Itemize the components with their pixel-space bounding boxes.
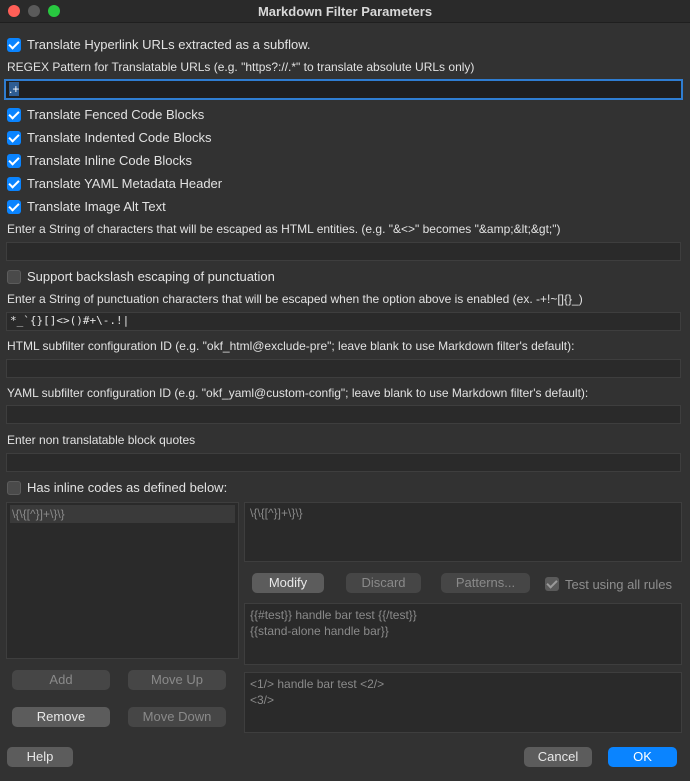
rules-list-item[interactable]: \{\{[^}]+\}\} xyxy=(10,505,235,523)
translate-hyperlinks-label: Translate Hyperlink URLs extracted as a … xyxy=(27,37,311,52)
modify-button[interactable]: Modify xyxy=(252,573,324,593)
patterns-button[interactable]: Patterns... xyxy=(441,573,530,593)
window-title: Markdown Filter Parameters xyxy=(257,4,433,19)
remove-rule-button[interactable]: Remove xyxy=(12,707,110,727)
title-bar: Markdown Filter Parameters xyxy=(0,0,690,23)
move-down-button[interactable]: Move Down xyxy=(128,707,226,727)
translate-hyperlinks-checkbox[interactable] xyxy=(7,38,21,52)
inline-code-label: Translate Inline Code Blocks xyxy=(27,153,192,168)
punctuation-label: Enter a String of punctuation characters… xyxy=(7,292,583,306)
inline-codes-label: Has inline codes as defined below: xyxy=(27,480,228,495)
alt-text-checkbox[interactable] xyxy=(7,200,21,214)
html-entities-label: Enter a String of characters that will b… xyxy=(7,222,561,236)
test-all-rules-checkbox[interactable] xyxy=(545,577,559,591)
yaml-subfilter-input[interactable] xyxy=(6,405,681,424)
discard-button[interactable]: Discard xyxy=(346,573,421,593)
backslash-escape-label: Support backslash escaping of punctuatio… xyxy=(27,269,275,284)
yaml-header-checkbox[interactable] xyxy=(7,177,21,191)
non-translatable-input[interactable] xyxy=(6,453,681,472)
test-output-area: <1/> handle bar test <2/> <3/> xyxy=(244,672,682,733)
inline-codes-checkbox[interactable] xyxy=(7,481,21,495)
inline-code-checkbox[interactable] xyxy=(7,154,21,168)
test-all-rules-label: Test using all rules xyxy=(565,577,672,592)
fenced-code-checkbox[interactable] xyxy=(7,108,21,122)
regex-input[interactable]: .+ xyxy=(4,79,683,100)
html-entities-input[interactable] xyxy=(6,242,681,261)
backslash-escape-checkbox[interactable] xyxy=(7,270,21,284)
html-subfilter-input[interactable] xyxy=(6,359,681,378)
yaml-header-label: Translate YAML Metadata Header xyxy=(27,176,223,191)
cancel-button[interactable]: Cancel xyxy=(524,747,592,767)
fenced-code-label: Translate Fenced Code Blocks xyxy=(27,107,205,122)
rules-list[interactable]: \{\{[^}]+\}\} xyxy=(6,502,239,659)
yaml-subfilter-label: YAML subfilter configuration ID (e.g. "o… xyxy=(7,386,589,400)
non-translatable-label: Enter non translatable block quotes xyxy=(7,433,196,447)
move-up-button[interactable]: Move Up xyxy=(128,670,226,690)
ok-button[interactable]: OK xyxy=(608,747,677,767)
test-input-area[interactable]: {{#test}} handle bar test {{/test}} {{st… xyxy=(244,603,682,665)
punctuation-input[interactable]: *_`{}[]<>()#+\-.!| xyxy=(6,312,681,331)
regex-label: REGEX Pattern for Translatable URLs (e.g… xyxy=(7,60,475,74)
indented-code-checkbox[interactable] xyxy=(7,131,21,145)
html-subfilter-label: HTML subfilter configuration ID (e.g. "o… xyxy=(7,339,575,353)
help-button[interactable]: Help xyxy=(7,747,73,767)
add-rule-button[interactable]: Add xyxy=(12,670,110,690)
indented-code-label: Translate Indented Code Blocks xyxy=(27,130,212,145)
rule-editor[interactable]: \{\{[^}]+\}\} xyxy=(244,502,682,562)
alt-text-label: Translate Image Alt Text xyxy=(27,199,166,214)
